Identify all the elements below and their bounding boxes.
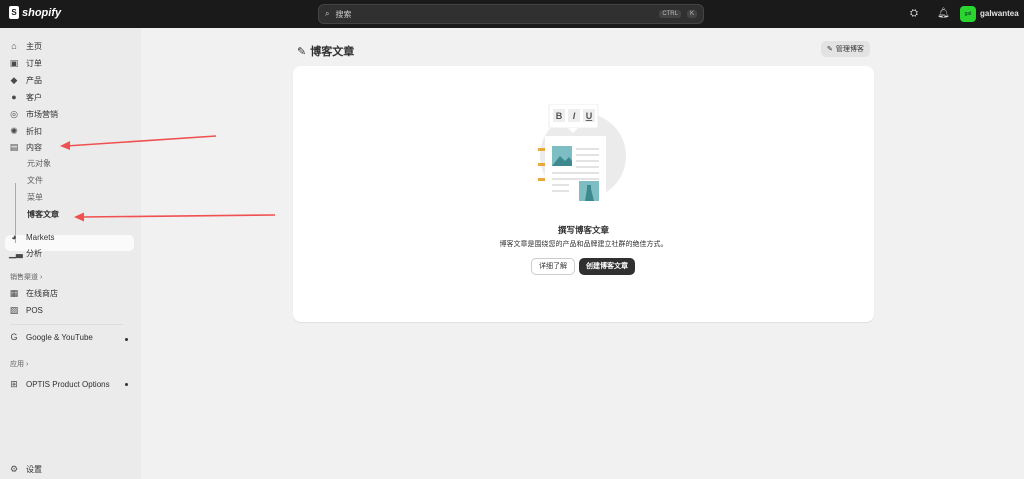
sidebar-item-home[interactable]: ⌂ 主页 <box>9 38 42 54</box>
content-icon: ▤ <box>9 141 19 152</box>
brand-name: shopify <box>22 6 62 19</box>
label: 管理博客 <box>835 46 864 53</box>
empty-state-description: 博客文章是围绕您的产品和品牌建立社群的绝佳方式。 <box>499 241 668 248</box>
gear-icon: ⚙ <box>9 463 19 474</box>
sidebar-item-settings[interactable]: ⚙ 设置 <box>9 461 42 477</box>
bold-glyph: B <box>556 111 563 121</box>
edit-icon: ✎ <box>297 45 307 58</box>
sidebar-item-customers[interactable]: ● 客户 <box>9 89 42 105</box>
label: 产品 <box>26 75 42 85</box>
sidebar-item-products[interactable]: ◆ 产品 <box>9 72 42 88</box>
sidebar-item-discounts[interactable]: ✺ 折扣 <box>9 123 42 139</box>
sidebar-item-analytics[interactable]: ▁▃ 分析 <box>9 245 42 261</box>
avatar[interactable]: gal <box>960 6 976 22</box>
sidebar-item-online-store[interactable]: ▦ 在线商店 <box>9 285 58 301</box>
sales-channels-header[interactable]: 销售渠道 › <box>10 272 42 282</box>
create-blog-post-button[interactable]: 创建博客文章 <box>579 258 635 275</box>
label: 折扣 <box>26 126 42 136</box>
sidebar: ⌂ 主页 ▣ 订单 ◆ 产品 ● 客户 ◎ 市场营销 ✺ 折扣 ▤ 内容 元对象 文件 菜单 … <box>0 28 141 479</box>
label: 分析 <box>26 248 42 258</box>
person-icon: ● <box>11 92 17 102</box>
label: OPTIS Product Options <box>26 379 110 389</box>
google-icon: G <box>10 332 18 342</box>
username[interactable]: galwantea <box>980 9 1019 18</box>
sidebar-item-orders[interactable]: ▣ 订单 <box>9 55 42 71</box>
chart-icon: ▁▃ <box>9 247 23 258</box>
sidebar-sub-blog-posts[interactable]: 博客文章 <box>27 207 59 223</box>
globe-icon: ◕ <box>11 232 17 242</box>
bell-icon[interactable]: 🔔︎ <box>937 8 950 19</box>
label: 客户 <box>26 92 42 102</box>
shortcut-ctrl: CTRL <box>659 10 681 18</box>
label: Markets <box>26 232 55 242</box>
label: 内容 <box>26 142 42 152</box>
sidebar-sub-metaobjects[interactable]: 元对象 <box>27 156 51 172</box>
empty-state-card: B I U 撰写博客文章 博客文章是围绕您的产品和品牌建立社群的绝佳方式。 详细… <box>293 66 874 322</box>
sidebar-item-pos[interactable]: ▨ POS <box>9 302 43 318</box>
label: 销售渠道 <box>10 274 38 281</box>
edit-icon: ✎ <box>827 46 833 53</box>
page-title: ✎ 博客文章 <box>297 43 354 59</box>
label: Google & YouTube <box>26 332 93 342</box>
shopify-bag-icon: S <box>9 6 19 19</box>
sidebar-sub-menus[interactable]: 菜单 <box>27 190 43 206</box>
sidebar-item-content[interactable]: ▤ 内容 <box>9 139 42 155</box>
blog-illustration: B I U <box>538 104 626 204</box>
sidebar-item-optis[interactable]: ⊞ OPTIS Product Options <box>9 376 110 392</box>
divider <box>10 324 123 325</box>
search-icon: ⌕ <box>325 9 330 18</box>
pin-dot <box>125 338 128 341</box>
label: 在线商店 <box>26 288 58 298</box>
sidekick-icon[interactable]: ⛭ <box>910 8 918 19</box>
home-icon: ⌂ <box>11 41 17 51</box>
search-input[interactable]: ⌕ 搜索 CTRL K <box>318 4 704 24</box>
sidebar-item-markets[interactable]: ◕ Markets <box>9 229 54 245</box>
sidebar-item-marketing[interactable]: ◎ 市场营销 <box>9 106 58 122</box>
apps-header[interactable]: 应用 › <box>10 359 28 369</box>
learn-more-button[interactable]: 详细了解 <box>531 258 575 275</box>
label: 设置 <box>26 464 42 474</box>
label: 应用 <box>10 361 24 368</box>
tag-icon: ◆ <box>10 74 18 85</box>
search-placeholder: 搜索 <box>335 9 352 19</box>
shortcut-k: K <box>686 10 697 18</box>
shopify-logo[interactable]: Sshopify <box>9 6 61 19</box>
manage-blogs-button[interactable]: ✎ 管理博客 <box>821 41 870 57</box>
inbox-icon: ▣ <box>9 57 19 68</box>
sidebar-item-google-youtube[interactable]: G Google & YouTube <box>9 329 93 345</box>
label: 市场营销 <box>26 109 58 119</box>
top-bar: Sshopify ⌕ 搜索 CTRL K ⛭ 🔔︎ gal galwantea <box>0 0 1024 28</box>
empty-state-heading: 撰写博客文章 <box>557 225 609 235</box>
underline-glyph: U <box>586 111 593 121</box>
label: 主页 <box>26 41 42 51</box>
store-icon: ▦ <box>9 287 19 298</box>
discount-icon: ✺ <box>10 125 18 136</box>
label: POS <box>26 305 43 315</box>
app-icon: ⊞ <box>10 378 18 389</box>
label: 订单 <box>26 58 42 68</box>
target-icon: ◎ <box>10 108 18 119</box>
sidebar-sub-files[interactable]: 文件 <box>27 173 43 189</box>
pos-icon: ▨ <box>9 304 19 315</box>
pin-dot <box>125 383 128 386</box>
title-text: 博客文章 <box>310 46 355 58</box>
